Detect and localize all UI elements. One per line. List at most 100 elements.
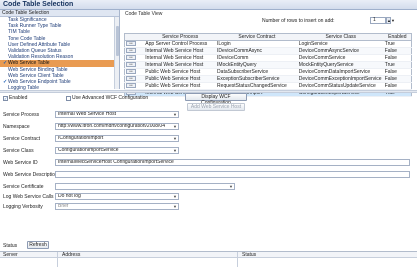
logging-verbosity-dropdown[interactable]: Brief ▼ [55,203,179,210]
cell-service-contract[interactable]: IMockEntityQuery [216,61,298,69]
row-edit-button[interactable]: ••• [126,69,136,75]
enabled-checkbox[interactable]: ✓ [3,95,8,101]
namespace-dropdown[interactable]: http://www.itron.com/mdm/configuration/2… [55,123,179,130]
service-process-label: Service Process [3,112,40,118]
service-contract-dropdown[interactable]: IConfigurationImport ▼ [55,135,179,142]
code-table-item-label: Web Service Binding Table [8,66,68,73]
status-grid: Server Address Status [0,251,417,267]
cell-service-process[interactable]: Internal Web Service Host [144,47,217,55]
grid-header-row: Service Process Service Contract Service… [124,33,412,41]
grid-body: ••• App Server Control Process ILogin Login… [124,40,412,97]
code-table-list-scrollbar[interactable] [114,17,119,89]
advanced-wcf-checkbox-row[interactable]: Use Advanced WCF Configuration [66,95,148,101]
logging-verbosity-value: Brief [58,203,69,209]
log-web-service-calls-value: Do not log [58,193,81,199]
cell-enabled[interactable]: False [383,82,412,90]
table-row[interactable]: ••• App Server Control Process ILogin Login… [124,40,412,48]
cell-service-class[interactable]: LoginService [297,40,384,48]
status-col-divider [0,252,58,267]
service-certificate-dropdown[interactable]: ▼ [55,183,235,190]
code-table-item-label: Tone Code Table [8,35,46,42]
table-row[interactable]: ••• Public Web Service Host ExceptionSubsc… [124,75,412,83]
cell-service-process[interactable]: Internal Web Service Host [144,61,217,69]
cell-enabled[interactable]: False [383,54,412,62]
service-class-dropdown[interactable]: ConfigurationImportService ▼ [55,147,179,154]
row-edit-button[interactable]: ••• [126,83,136,89]
status-header-status[interactable]: Status [242,252,256,258]
rows-spinner-icon[interactable]: ▲▼ [386,17,395,24]
cell-service-process[interactable]: App Server Control Process [144,40,217,48]
table-row[interactable]: ••• Internal Web Service Host IDeviceCommA… [124,47,412,55]
web-service-id-input[interactable]: InternalWebServiceHost ConfigurationImpo… [55,159,410,166]
rows-to-insert-input[interactable]: 1 [370,17,386,24]
web-service-description-input[interactable] [55,171,410,178]
cell-service-contract[interactable]: RequestStatusChangedService [216,82,298,90]
cell-service-process[interactable]: Public Web Service Host [144,82,217,90]
display-wcf-configuration-button[interactable]: Display WCF Configuration [185,93,247,106]
code-table-item-label: Web Service Endpoint Table [8,78,71,85]
status-col-divider [58,252,238,267]
cell-service-process[interactable]: Public Web Service Host [144,75,217,83]
cell-service-process[interactable]: Internal Web Service Host [144,54,217,62]
logging-verbosity-label: Logging Verbosity [3,204,43,210]
grid-header-service-contract[interactable]: Service Contract [216,33,298,41]
row-edit-cell: ••• [124,54,145,62]
row-edit-button[interactable]: ••• [126,41,136,47]
cell-enabled[interactable]: False [383,68,412,76]
advanced-wcf-label: Use Advanced WCF Configuration [72,95,149,101]
grid-header-button-col [124,33,145,41]
web-service-description-label: Web Service Description [3,172,58,178]
cell-service-process[interactable]: Public Web Service Host [144,68,217,76]
grid-header-service-process[interactable]: Service Process [144,33,217,41]
cell-enabled[interactable]: False [383,75,412,83]
namespace-value: http://www.itron.com/mdm/configuration/2… [58,123,165,129]
row-edit-cell: ••• [124,47,145,55]
namespace-label: Namespace [3,124,30,130]
advanced-wcf-checkbox[interactable] [66,95,71,101]
cell-service-class[interactable]: DeviceCommDataImportService [297,68,384,76]
service-contract-value: IConfigurationImport [58,135,104,141]
cell-service-class[interactable]: DeviceCommExceptionImportService [297,75,384,83]
scrollbar-thumb[interactable] [116,26,119,56]
chevron-down-icon: ▼ [173,136,177,141]
refresh-button[interactable]: Refresh [27,241,49,249]
chevron-down-icon: ▼ [173,204,177,209]
cell-enabled[interactable]: False [383,47,412,55]
row-edit-cell: ••• [124,75,145,83]
chevron-down-icon: ▼ [173,148,177,153]
table-row[interactable]: ••• Public Web Service Host DataSubscriber… [124,68,412,76]
grid-header-enabled[interactable]: Enabled [383,33,412,41]
row-edit-cell: ••• [124,61,145,69]
code-table-item-label: Web Service Table [8,60,50,67]
row-edit-button[interactable]: ••• [126,55,136,61]
row-edit-cell: ••• [124,68,145,76]
row-edit-button[interactable]: ••• [126,76,136,82]
cell-service-contract[interactable]: IDeviceComm [216,54,298,62]
row-edit-cell: ••• [124,82,145,90]
cell-service-class[interactable]: DeviceCommStatusUpdateService [297,82,384,90]
grid-header-service-class[interactable]: Service Class [297,33,384,41]
row-edit-button[interactable]: ••• [126,62,136,68]
row-edit-button[interactable]: ••• [126,48,136,54]
cell-service-class[interactable]: DeviceCommAsyncService [297,47,384,55]
cell-service-contract[interactable]: ExceptionSubscriberService [216,75,298,83]
table-row[interactable]: ••• Internal Web Service Host IMockEntityQ… [124,61,412,69]
cell-enabled[interactable]: True [383,61,412,69]
cell-enabled[interactable]: True [383,40,412,48]
table-row[interactable]: ••• Internal Web Service Host IDeviceComm D… [124,54,412,62]
log-web-service-calls-dropdown[interactable]: Do not log ▼ [55,193,179,200]
cell-service-contract[interactable]: DataSubscriberService [216,68,298,76]
enabled-checkbox-row[interactable]: ✓ Enabled [3,95,27,101]
add-web-service-host-button[interactable]: Add Web Service Host [187,103,245,111]
cell-service-class[interactable]: DeviceCommService [297,54,384,62]
rows-to-insert-label: Number of rows to insert on add: [262,18,335,24]
code-table-item-label: Validation Resolution Reason [8,54,74,61]
window-title-bar: Code Table Selection [0,0,417,10]
code-table-item-label: Web Service Client Table [8,72,64,79]
cell-service-class[interactable]: MockEntityQueryService [297,61,384,69]
cell-service-contract[interactable]: ILogin [216,40,298,48]
cell-service-contract[interactable]: IDeviceCommAsync [216,47,298,55]
code-table-list[interactable]: Code Table Selection Task Significance Ta… [0,10,120,91]
table-row[interactable]: ••• Public Web Service Host RequestStatusC… [124,82,412,90]
service-process-dropdown[interactable]: Internal Web Service Host ▼ [55,111,179,118]
